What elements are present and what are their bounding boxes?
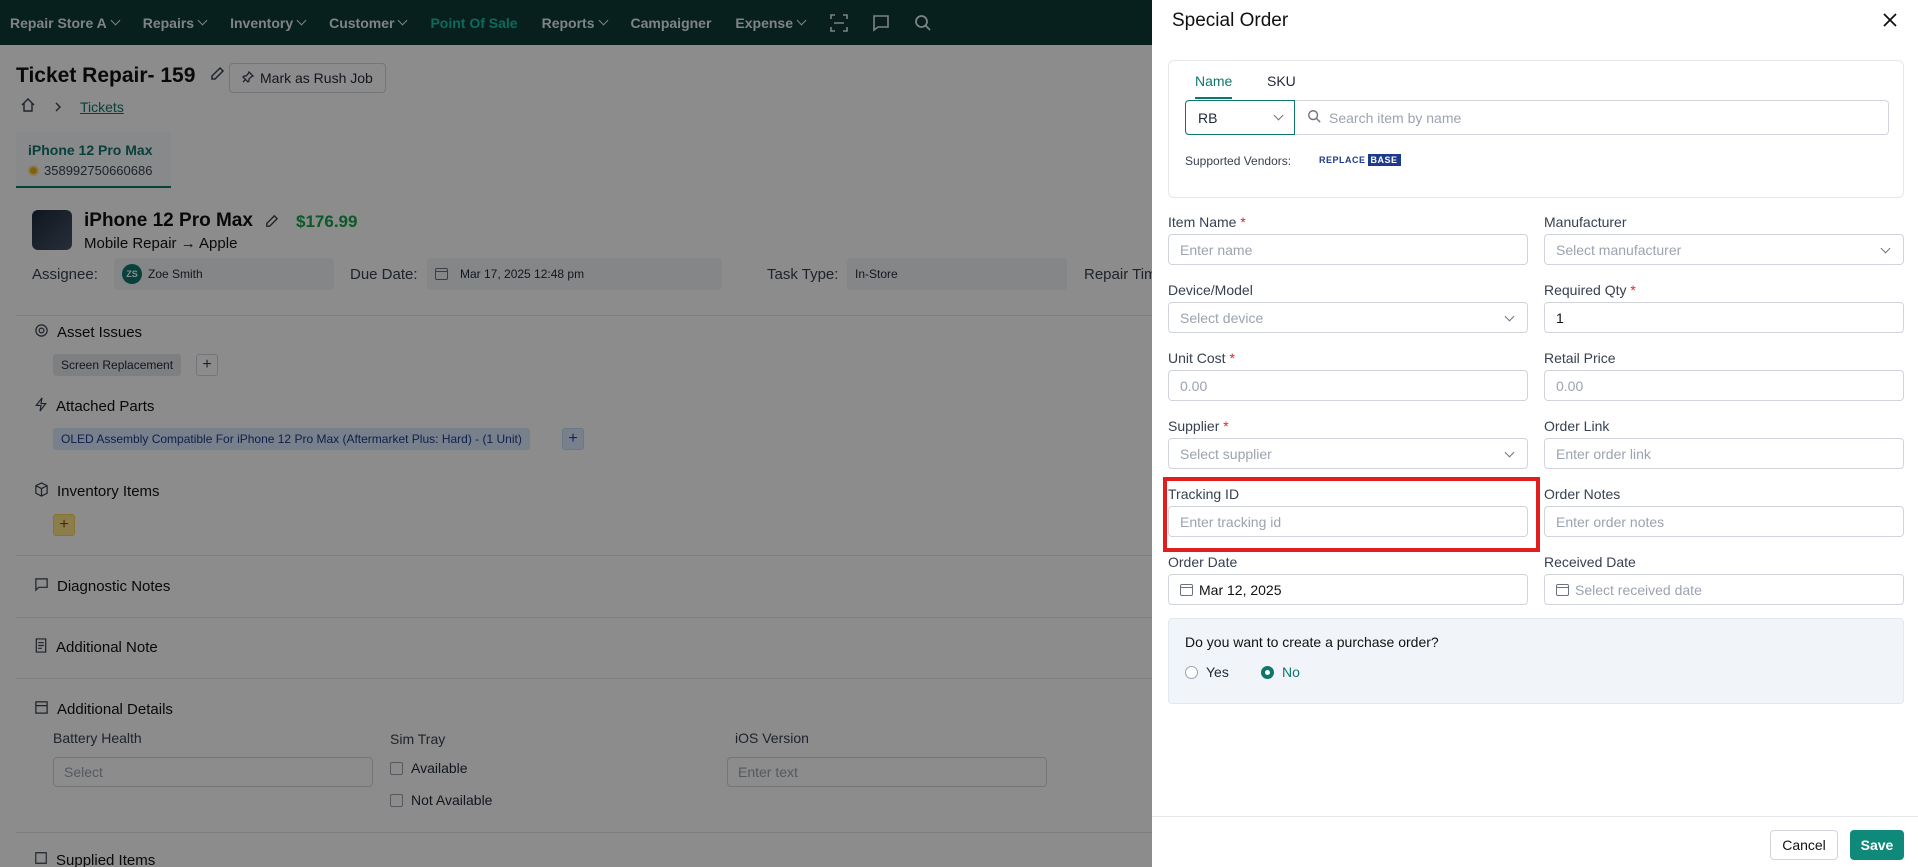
purchase-order-card: Do you want to create a purchase order? … [1168,618,1904,704]
search-icon [1307,109,1321,126]
save-button[interactable]: Save [1850,830,1904,860]
item-search-input[interactable]: Search item by name [1295,100,1889,135]
unit-cost-label: Unit Cost * [1168,350,1235,366]
modal-overlay[interactable] [0,0,1152,867]
item-name-label: Item Name * [1168,214,1246,230]
vendor-select[interactable]: RB [1185,100,1295,135]
calendar-icon [1556,583,1569,596]
manufacturer-select[interactable]: Select manufacturer [1544,234,1904,265]
po-yes-radio[interactable]: Yes [1185,664,1229,680]
calendar-icon [1180,583,1193,596]
tab-sku[interactable]: SKU [1267,73,1296,97]
device-label: Device/Model [1168,282,1253,298]
manufacturer-label: Manufacturer [1544,214,1627,230]
po-no-radio[interactable]: No [1261,664,1300,680]
chevron-down-icon [1504,447,1515,458]
cancel-button[interactable]: Cancel [1770,830,1838,860]
replacebase-logo: REPLACE BASE [1319,154,1401,166]
item-name-input[interactable]: Enter name [1168,234,1528,265]
item-search-card: Name SKU RB Search item by name Supporte… [1168,60,1904,198]
chevron-down-icon [1273,110,1284,121]
close-icon[interactable] [1880,10,1900,30]
quantity-input[interactable]: 1 [1544,302,1904,333]
device-select[interactable]: Select device [1168,302,1528,333]
order-date-picker[interactable]: Mar 12, 2025 [1168,574,1528,605]
order-date-label: Order Date [1168,554,1238,570]
order-link-label: Order Link [1544,418,1610,434]
unit-cost-input[interactable]: 0.00 [1168,370,1528,401]
order-link-input[interactable]: Enter order link [1544,438,1904,469]
chevron-down-icon [1504,311,1515,322]
order-notes-input[interactable]: Enter order notes [1544,506,1904,537]
tab-name[interactable]: Name [1195,73,1233,99]
qty-label: Required Qty * [1544,282,1636,298]
received-date-label: Received Date [1544,554,1636,570]
tracking-id-highlight [1163,477,1540,552]
drawer-footer: Cancel Save [1152,816,1918,867]
special-order-drawer: Special Order Name SKU RB Search item by… [1152,0,1918,867]
drawer-title: Special Order [1172,10,1289,31]
supplier-label: Supplier * [1168,418,1229,434]
received-date-picker[interactable]: Select received date [1544,574,1904,605]
order-notes-label: Order Notes [1544,486,1621,502]
chevron-down-icon [1880,243,1891,254]
retail-price-input[interactable]: 0.00 [1544,370,1904,401]
retail-price-label: Retail Price [1544,350,1616,366]
supplier-select[interactable]: Select supplier [1168,438,1528,469]
